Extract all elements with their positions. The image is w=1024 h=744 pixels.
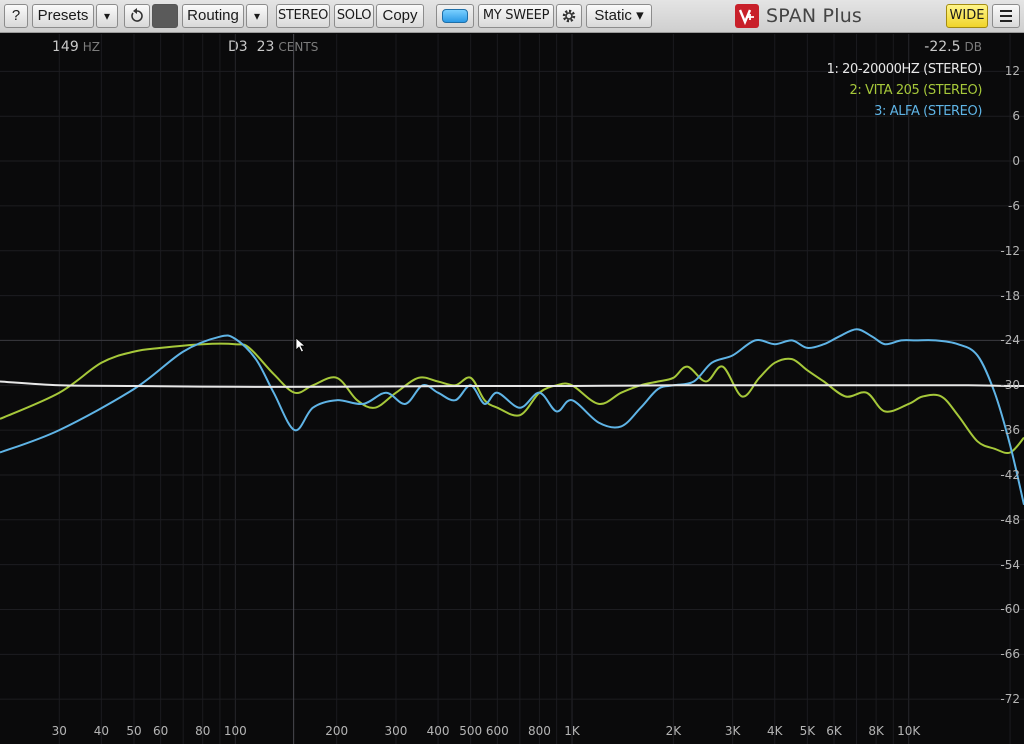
series-line-2	[0, 342, 1024, 454]
y-tick-label: 6	[1012, 109, 1020, 124]
y-tick-label: -42	[1000, 467, 1020, 482]
solo-button[interactable]: SOLO	[334, 4, 374, 28]
x-tick-label: 10K	[897, 724, 921, 738]
legend-entry[interactable]: 1: 20-20000HZ (STEREO)	[827, 62, 983, 77]
x-tick-label: 100	[223, 724, 247, 738]
redo-button[interactable]	[152, 4, 178, 28]
x-tick-label: 5K	[799, 724, 816, 738]
gear-icon	[562, 9, 576, 23]
toolbar: ? Presets ▾ Routing ▾ STEREO SOLO Copy M…	[0, 0, 1024, 33]
x-tick-label: 30	[51, 724, 67, 738]
x-tick-label: 800	[527, 724, 551, 738]
x-tick-label: 400	[426, 724, 450, 738]
wide-button[interactable]: WIDE	[946, 4, 988, 28]
legend-entry[interactable]: 2: VITA 205 (STEREO)	[850, 83, 983, 98]
y-tick-label: -48	[1000, 512, 1020, 527]
y-tick-label: 0	[1012, 154, 1020, 169]
y-tick-label: 12	[1004, 64, 1020, 79]
routing-button[interactable]: Routing	[182, 4, 244, 28]
y-tick-label: -30	[1000, 378, 1020, 393]
display-toggle-button[interactable]	[436, 4, 474, 28]
copy-button[interactable]: Copy	[376, 4, 424, 28]
x-tick-label: 40	[93, 724, 109, 738]
help-button[interactable]: ?	[4, 4, 28, 28]
y-tick-label: -72	[1000, 692, 1020, 707]
y-tick-label: -60	[1000, 602, 1020, 617]
spectrum-plot[interactable]	[0, 34, 1024, 744]
y-tick-label: -54	[1000, 557, 1020, 572]
y-tick-label: -18	[1000, 288, 1020, 303]
y-tick-label: -66	[1000, 647, 1020, 662]
y-tick-label: -36	[1000, 423, 1020, 438]
hamburger-icon	[1000, 10, 1012, 22]
series-line-3	[0, 328, 1024, 506]
x-tick-label: 80	[195, 724, 211, 738]
x-tick-label: 3K	[724, 724, 741, 738]
brand-title: SPAN Plus	[766, 5, 863, 27]
settings-button[interactable]	[556, 4, 582, 28]
menu-button[interactable]	[992, 4, 1020, 28]
series-line-1	[0, 380, 1024, 388]
my-sweep-button[interactable]: MY SWEEP	[478, 4, 554, 28]
x-tick-label: 200	[325, 724, 349, 738]
x-tick-label: 600	[485, 724, 509, 738]
voxengo-logo-icon	[735, 4, 759, 28]
x-tick-label: 300	[384, 724, 408, 738]
toggle-indicator	[442, 9, 468, 23]
y-tick-label: -24	[1000, 333, 1020, 348]
x-tick-label: 6K	[826, 724, 842, 738]
y-tick-label: -12	[1000, 243, 1020, 258]
presets-button[interactable]: Presets	[32, 4, 94, 28]
x-tick-label: 1K	[564, 724, 580, 738]
legend-entry[interactable]: 3: ALFA (STEREO)	[874, 104, 982, 119]
undo-icon	[131, 8, 143, 22]
x-tick-label: 500	[459, 724, 483, 738]
x-tick-label: 4K	[766, 724, 783, 738]
mode-dropdown[interactable]: Static ▾	[586, 4, 652, 28]
mouse-cursor-icon	[295, 337, 307, 353]
y-tick-label: -6	[1008, 198, 1020, 213]
stereo-button[interactable]: STEREO	[276, 4, 330, 28]
presets-dropdown-button[interactable]: ▾	[96, 4, 118, 28]
x-tick-label: 8K	[868, 724, 884, 738]
x-tick-label: 2K	[665, 724, 682, 738]
x-tick-label: 50	[126, 724, 142, 738]
x-tick-label: 60	[153, 724, 169, 738]
routing-dropdown-button[interactable]: ▾	[246, 4, 268, 28]
undo-button[interactable]	[124, 4, 150, 28]
